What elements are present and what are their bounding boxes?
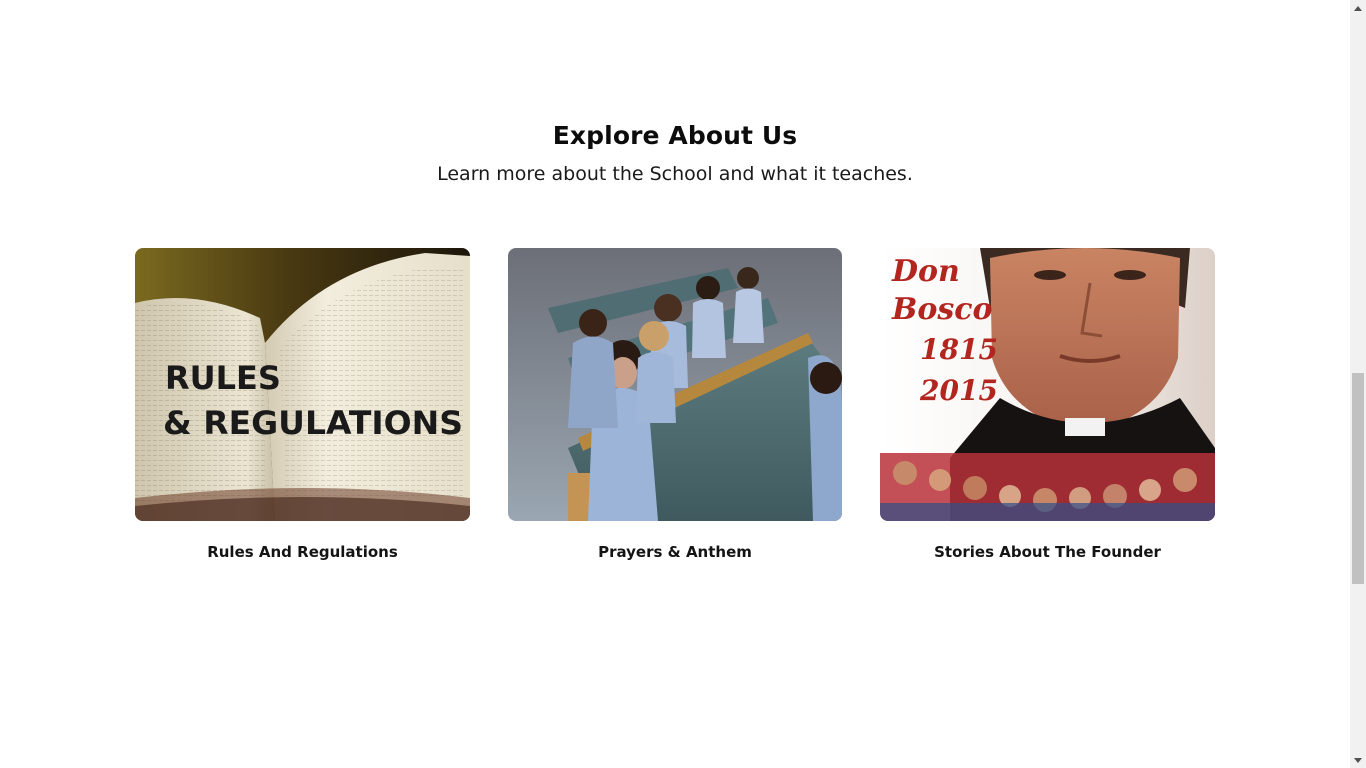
praying-children-illustration: [508, 248, 842, 521]
founder-image-text-2: Bosco: [891, 292, 993, 327]
founder-portrait-image[interactable]: Don Bosco 1815 2015: [880, 248, 1215, 521]
rules-book-image[interactable]: RULES & REGULATIONS: [135, 248, 470, 521]
card-label[interactable]: Stories About The Founder: [880, 543, 1215, 561]
founder-image-text-3: 1815: [920, 333, 998, 366]
card-rules-and-regulations[interactable]: RULES & REGULATIONS Rules And Regulation…: [135, 248, 470, 578]
card-label[interactable]: Prayers & Anthem: [508, 543, 842, 561]
founder-image-text-1: Don: [891, 254, 960, 289]
card-stories-about-the-founder[interactable]: Don Bosco 1815 2015 Stories About The Fo…: [880, 248, 1215, 578]
rules-book-illustration: RULES & REGULATIONS: [135, 248, 470, 521]
praying-children-image[interactable]: [508, 248, 842, 521]
founder-portrait-illustration: Don Bosco 1815 2015: [880, 248, 1215, 521]
triangle-up-icon[interactable]: [1350, 0, 1366, 16]
triangle-down-icon[interactable]: [1350, 752, 1366, 768]
founder-image-text-4: 2015: [919, 374, 998, 407]
card-label[interactable]: Rules And Regulations: [135, 543, 470, 561]
card-prayers-and-anthem[interactable]: Prayers & Anthem: [508, 248, 842, 578]
rules-image-text-1: RULES: [165, 359, 281, 397]
section-subtitle: Learn more about the School and what it …: [437, 163, 913, 185]
vertical-scrollbar[interactable]: [1350, 0, 1366, 768]
scrollbar-thumb[interactable]: [1352, 373, 1364, 584]
about-section: Explore About Us Learn more about the Sc…: [0, 0, 1350, 768]
section-title: Explore About Us: [552, 121, 798, 150]
rules-image-text-2: & REGULATIONS: [163, 404, 463, 442]
page: Explore About Us Learn more about the Sc…: [0, 0, 1366, 768]
